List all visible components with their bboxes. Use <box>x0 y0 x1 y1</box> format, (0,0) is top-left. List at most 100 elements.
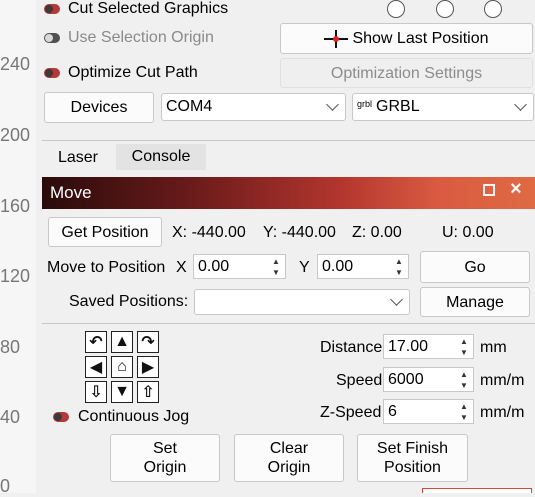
speed-label: Speed <box>336 372 383 389</box>
radio-option-2[interactable] <box>436 0 454 18</box>
move-window-header: Move × <box>42 177 535 209</box>
optimization-settings-button[interactable]: Optimization Settings <box>280 58 533 88</box>
section-divider <box>42 323 535 324</box>
radio-option-1[interactable] <box>387 0 405 18</box>
z-down-icon[interactable]: ⇩ <box>85 381 107 403</box>
jog-down-icon[interactable]: ▼ <box>111 381 133 403</box>
zspeed-unit: mm/m <box>480 404 525 421</box>
move-y-value: 0.00 <box>322 257 354 275</box>
tab-console[interactable]: Console <box>116 144 206 170</box>
ruler-tick: 0 <box>0 476 11 496</box>
jog-left-icon[interactable]: ◀ <box>85 356 107 378</box>
distance-input[interactable]: 17.00 ▲ ▼ <box>383 334 474 359</box>
go-label: Go <box>464 258 486 276</box>
tabs-divider <box>42 140 535 141</box>
optimize-cut-path-label: Optimize Cut Path <box>68 64 198 81</box>
spin-up-icon[interactable]: ▲ <box>457 401 471 411</box>
set-finish-position-button[interactable]: Set Finish Position <box>357 434 468 482</box>
continuous-jog-toggle[interactable] <box>53 412 69 422</box>
saved-positions-label: Saved Positions: <box>69 293 189 310</box>
speed-input[interactable]: 6000 ▲ ▼ <box>383 367 474 392</box>
spin-down-icon[interactable]: ▼ <box>457 380 471 390</box>
cut-selected-toggle[interactable] <box>44 4 60 14</box>
jog-up-icon[interactable]: ▲ <box>111 331 133 353</box>
move-y-input[interactable]: 0.00 ▲ ▼ <box>317 254 409 279</box>
tab-console-label: Console <box>131 148 191 165</box>
spin-down-icon[interactable]: ▼ <box>457 347 471 357</box>
z-position-readout: Z: 0.00 <box>352 224 402 241</box>
partial-button-edge <box>422 488 532 493</box>
port-value: COM4 <box>166 98 213 115</box>
use-selection-origin-label: Use Selection Origin <box>68 29 214 46</box>
show-last-position-button[interactable]: Show Last Position <box>280 23 533 54</box>
move-x-value: 0.00 <box>198 257 230 275</box>
spin-up-icon[interactable]: ▲ <box>457 336 471 346</box>
set-origin-label: Set Origin <box>143 440 187 476</box>
zspeed-value: 6 <box>388 402 397 420</box>
move-x-input[interactable]: 0.00 ▲ ▼ <box>193 254 286 279</box>
distance-value: 17.00 <box>388 337 429 355</box>
port-select[interactable]: COM4 <box>161 93 346 121</box>
zspeed-input[interactable]: 6 ▲ ▼ <box>383 399 474 424</box>
distance-unit: mm <box>480 339 507 356</box>
speed-value: 6000 <box>388 370 424 388</box>
manage-label: Manage <box>446 293 504 311</box>
grbl-icon: grbl <box>357 99 373 109</box>
rotate-ccw-icon[interactable]: ↶ <box>85 331 107 353</box>
z-up-icon[interactable]: ⇧ <box>137 381 159 403</box>
u-position-readout: U: 0.00 <box>442 224 494 241</box>
get-position-label: Get Position <box>61 223 149 241</box>
clear-origin-button[interactable]: Clear Origin <box>234 434 344 482</box>
restore-icon[interactable] <box>483 184 495 196</box>
go-button[interactable]: Go <box>420 251 530 283</box>
get-position-button[interactable]: Get Position <box>48 217 162 247</box>
spin-down-icon[interactable]: ▼ <box>457 412 471 422</box>
chevron-down-icon <box>514 98 527 111</box>
jog-right-icon[interactable]: ▶ <box>137 356 159 378</box>
spin-up-icon[interactable]: ▲ <box>269 256 283 266</box>
show-last-position-label: Show Last Position <box>352 30 489 47</box>
zspeed-label: Z-Speed <box>320 404 382 421</box>
ruler-tick: 120 <box>0 266 31 286</box>
ruler-tick: 240 <box>0 54 31 74</box>
move-to-position-label: Move to Position <box>47 259 166 276</box>
saved-positions-select[interactable] <box>194 289 410 315</box>
optimization-settings-label: Optimization Settings <box>330 64 483 82</box>
ruler-tick: 200 <box>0 125 31 145</box>
controller-select[interactable]: grbl GRBL <box>352 93 534 121</box>
move-y-label: Y <box>299 259 310 276</box>
continuous-jog-label: Continuous Jog <box>78 408 190 425</box>
use-selection-origin-toggle[interactable] <box>44 33 60 43</box>
move-title: Move <box>50 183 92 202</box>
set-origin-button[interactable]: Set Origin <box>110 434 220 482</box>
chevron-down-icon <box>326 98 339 111</box>
devices-button[interactable]: Devices <box>44 92 154 123</box>
y-position-readout: Y: -440.00 <box>263 224 336 241</box>
rotate-cw-icon[interactable]: ↷ <box>137 331 159 353</box>
radio-option-3[interactable] <box>484 0 502 18</box>
x-position-readout: X: -440.00 <box>172 224 246 241</box>
spin-down-icon[interactable]: ▼ <box>392 267 406 277</box>
ruler-tick: 40 <box>0 407 21 427</box>
spin-down-icon[interactable]: ▼ <box>269 267 283 277</box>
tab-laser-label: Laser <box>57 149 99 166</box>
distance-label: Distance <box>320 339 383 356</box>
chevron-down-icon <box>390 293 403 306</box>
vertical-ruler: 240 200 160 120 80 40 0 <box>0 0 36 496</box>
set-finish-position-label: Set Finish Position <box>376 440 449 476</box>
controller-value: GRBL <box>376 98 420 115</box>
close-icon[interactable]: × <box>510 178 522 201</box>
home-icon[interactable]: ⌂ <box>111 356 133 378</box>
manage-button[interactable]: Manage <box>420 287 530 317</box>
spin-up-icon[interactable]: ▲ <box>457 369 471 379</box>
cut-selected-label: Cut Selected Graphics <box>68 0 229 17</box>
tab-laser[interactable]: Laser <box>42 144 114 172</box>
speed-unit: mm/m <box>480 372 525 389</box>
ruler-tick: 160 <box>0 196 31 216</box>
clear-origin-label: Clear Origin <box>267 440 311 476</box>
optimize-cut-path-toggle[interactable] <box>44 68 60 78</box>
crosshair-icon <box>324 29 349 48</box>
spin-up-icon[interactable]: ▲ <box>392 256 406 266</box>
move-x-label: X <box>176 259 187 276</box>
ruler-tick: 80 <box>0 337 21 357</box>
